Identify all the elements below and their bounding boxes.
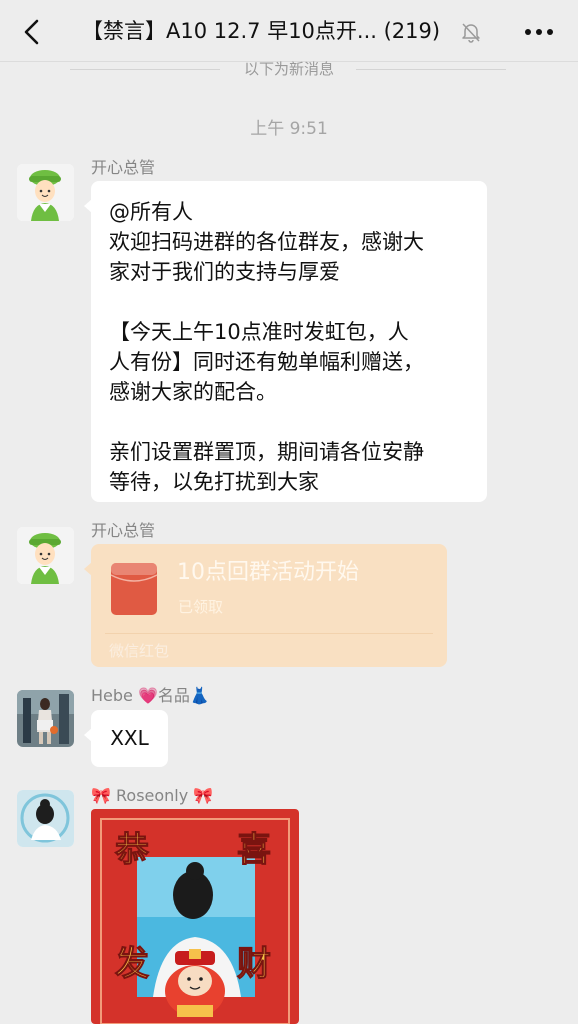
message-line: @所有人 <box>109 200 193 224</box>
greeting-char: 发 <box>115 944 149 984</box>
red-packet-footer: 微信红包 <box>109 642 170 660</box>
message-line: 感谢大家的配合。 <box>109 380 277 404</box>
message-timestamp: 上午 9:51 <box>250 119 328 139</box>
green-hat-avatar-icon <box>17 164 74 221</box>
message-line: 欢迎扫码进群的各位群友，感谢大 <box>109 230 424 254</box>
red-packet-title: 10点回群活动开始 <box>177 560 359 585</box>
red-packet-status: 已领取 <box>178 598 224 616</box>
greeting-char: 恭 <box>114 830 150 870</box>
green-hat-avatar-icon <box>17 527 74 584</box>
sender-name: 开心总管 <box>91 521 156 540</box>
red-packet-divider <box>105 633 433 634</box>
sender-name: 🎀 Roseonly 🎀 <box>91 786 214 805</box>
message-line: 人有份】同时还有勉单幅利赠送， <box>109 350 424 374</box>
message-line: 亲们设置群置顶，期间请各位安静 <box>109 440 424 464</box>
avatar[interactable] <box>17 690 74 747</box>
message-line <box>109 407 469 437</box>
message-line: 家对于我们的支持与厚爱 <box>109 260 340 284</box>
message-line <box>109 287 469 317</box>
greeting-char: 喜 <box>237 830 271 870</box>
avatar[interactable] <box>17 527 74 584</box>
message-text: XXL <box>110 726 149 750</box>
new-messages-divider: 以下为新消息 <box>0 58 578 82</box>
divider-line-right <box>356 69 506 70</box>
text-message-bubble[interactable]: XXL <box>84 710 168 767</box>
sender-name: 开心总管 <box>91 158 156 177</box>
greeting-card-image: 恭 喜 发 财 <box>91 809 299 1024</box>
image-message[interactable]: 恭 喜 发 财 <box>91 809 299 1024</box>
avatar[interactable] <box>17 790 74 847</box>
navigation-bar: 【禁言】A10 12.7 早10点开... (219) <box>0 0 578 62</box>
more-icon[interactable] <box>522 20 556 44</box>
red-packet-message[interactable]: 10点回群活动开始 已领取 微信红包 <box>84 544 447 667</box>
message-line: 等待，以免打扰到大家 <box>109 470 319 494</box>
photo-avatar-icon <box>17 690 74 747</box>
avatar[interactable] <box>17 164 74 221</box>
back-arrow-icon[interactable] <box>18 17 48 47</box>
chat-title: 【禁言】A10 12.7 早10点开... (219) <box>82 19 441 43</box>
greeting-char: 财 <box>237 944 271 984</box>
red-envelope-icon <box>110 563 158 615</box>
girl-photo-avatar-icon <box>17 790 74 847</box>
sender-name: Hebe 💗名品👗 <box>91 686 210 705</box>
bell-muted-icon <box>462 23 480 43</box>
text-message-bubble[interactable]: @所有人 欢迎扫码进群的各位群友，感谢大 家对于我们的支持与厚爱 【今天上午10… <box>84 181 487 502</box>
message-line: 【今天上午10点准时发虹包，人 <box>109 320 409 344</box>
